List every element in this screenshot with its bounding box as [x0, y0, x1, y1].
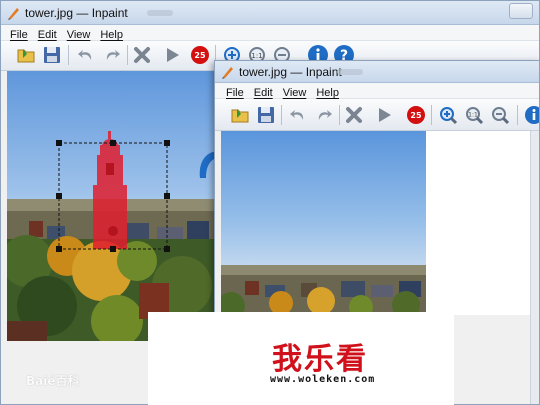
zoom-actual-button[interactable]: 1:1	[463, 104, 485, 126]
front-menu-bar: File Edit View Help	[215, 83, 539, 99]
counter-badge-button[interactable]: 25	[189, 44, 211, 66]
run-inpaint-button[interactable]	[161, 44, 183, 66]
run-inpaint-button[interactable]	[373, 104, 395, 126]
toolbar-separator	[339, 105, 340, 125]
front-window-title: tower.jpg — Inpaint	[239, 65, 342, 79]
zoom-actual-icon: 1:1	[466, 107, 484, 125]
front-title-bar[interactable]: tower.jpg — Inpaint	[215, 61, 539, 83]
redo-icon	[318, 110, 332, 120]
back-title-bar[interactable]: tower.jpg — Inpaint	[1, 1, 539, 25]
svg-text:1:1: 1:1	[468, 112, 478, 119]
svg-text:1:1: 1:1	[251, 52, 262, 60]
baidu-baike-watermark: Baié百科	[26, 374, 80, 388]
zoom-out-button[interactable]	[489, 104, 511, 126]
floppy-icon	[258, 107, 274, 123]
info-icon	[525, 106, 539, 124]
redo-button[interactable]	[313, 104, 335, 126]
info-button[interactable]	[523, 104, 539, 126]
app-icon	[221, 65, 235, 84]
save-button[interactable]	[41, 44, 63, 66]
blurred-title-suffix	[147, 10, 173, 16]
redo-icon	[106, 50, 120, 60]
front-photo-canvas[interactable]	[221, 131, 426, 315]
redo-button[interactable]	[101, 44, 123, 66]
counter-badge-button[interactable]: 25	[405, 104, 427, 126]
front-toolbar: 25 1:1	[215, 99, 539, 131]
counter-badge: 25	[191, 46, 209, 64]
zoom-in-icon	[440, 107, 458, 125]
floppy-icon	[44, 47, 60, 63]
save-button[interactable]	[255, 104, 277, 126]
back-photo-scene	[7, 131, 217, 341]
back-window-title: tower.jpg — Inpaint	[25, 6, 128, 20]
clear-selection-button[interactable]	[343, 104, 365, 126]
clear-selection-button[interactable]	[131, 44, 153, 66]
blurred-title-suffix	[337, 69, 363, 75]
close-x-icon	[134, 47, 150, 63]
undo-button[interactable]	[75, 44, 97, 66]
toolbar-separator	[127, 45, 128, 65]
open-folder-icon	[17, 49, 35, 63]
zoom-out-icon	[492, 107, 510, 125]
undo-icon	[290, 110, 304, 120]
toolbar-separator	[68, 45, 69, 65]
open-button[interactable]	[15, 44, 37, 66]
toolbar-separator	[431, 105, 432, 125]
app-icon	[7, 6, 21, 25]
toolbar-separator	[281, 105, 282, 125]
close-x-icon	[346, 107, 362, 123]
front-photo-scene	[221, 265, 426, 315]
open-folder-icon	[231, 109, 249, 123]
zoom-in-button[interactable]	[437, 104, 459, 126]
open-button[interactable]	[229, 104, 251, 126]
counter-badge: 25	[407, 106, 425, 124]
watermark-logo-text: 我乐看	[272, 342, 368, 377]
undo-button[interactable]	[287, 104, 309, 126]
front-vertical-scrollbar[interactable]	[530, 131, 539, 404]
toolbar-separator	[517, 105, 518, 125]
undo-icon	[78, 50, 92, 60]
minimize-button[interactable]	[509, 3, 533, 19]
back-menu-bar: File Edit View Help	[1, 25, 539, 41]
play-icon	[167, 48, 179, 62]
play-icon	[379, 108, 391, 122]
watermark-site-url: www.woleken.com	[270, 374, 376, 385]
back-photo-canvas[interactable]	[7, 71, 217, 341]
front-canvas-margin	[426, 131, 533, 315]
